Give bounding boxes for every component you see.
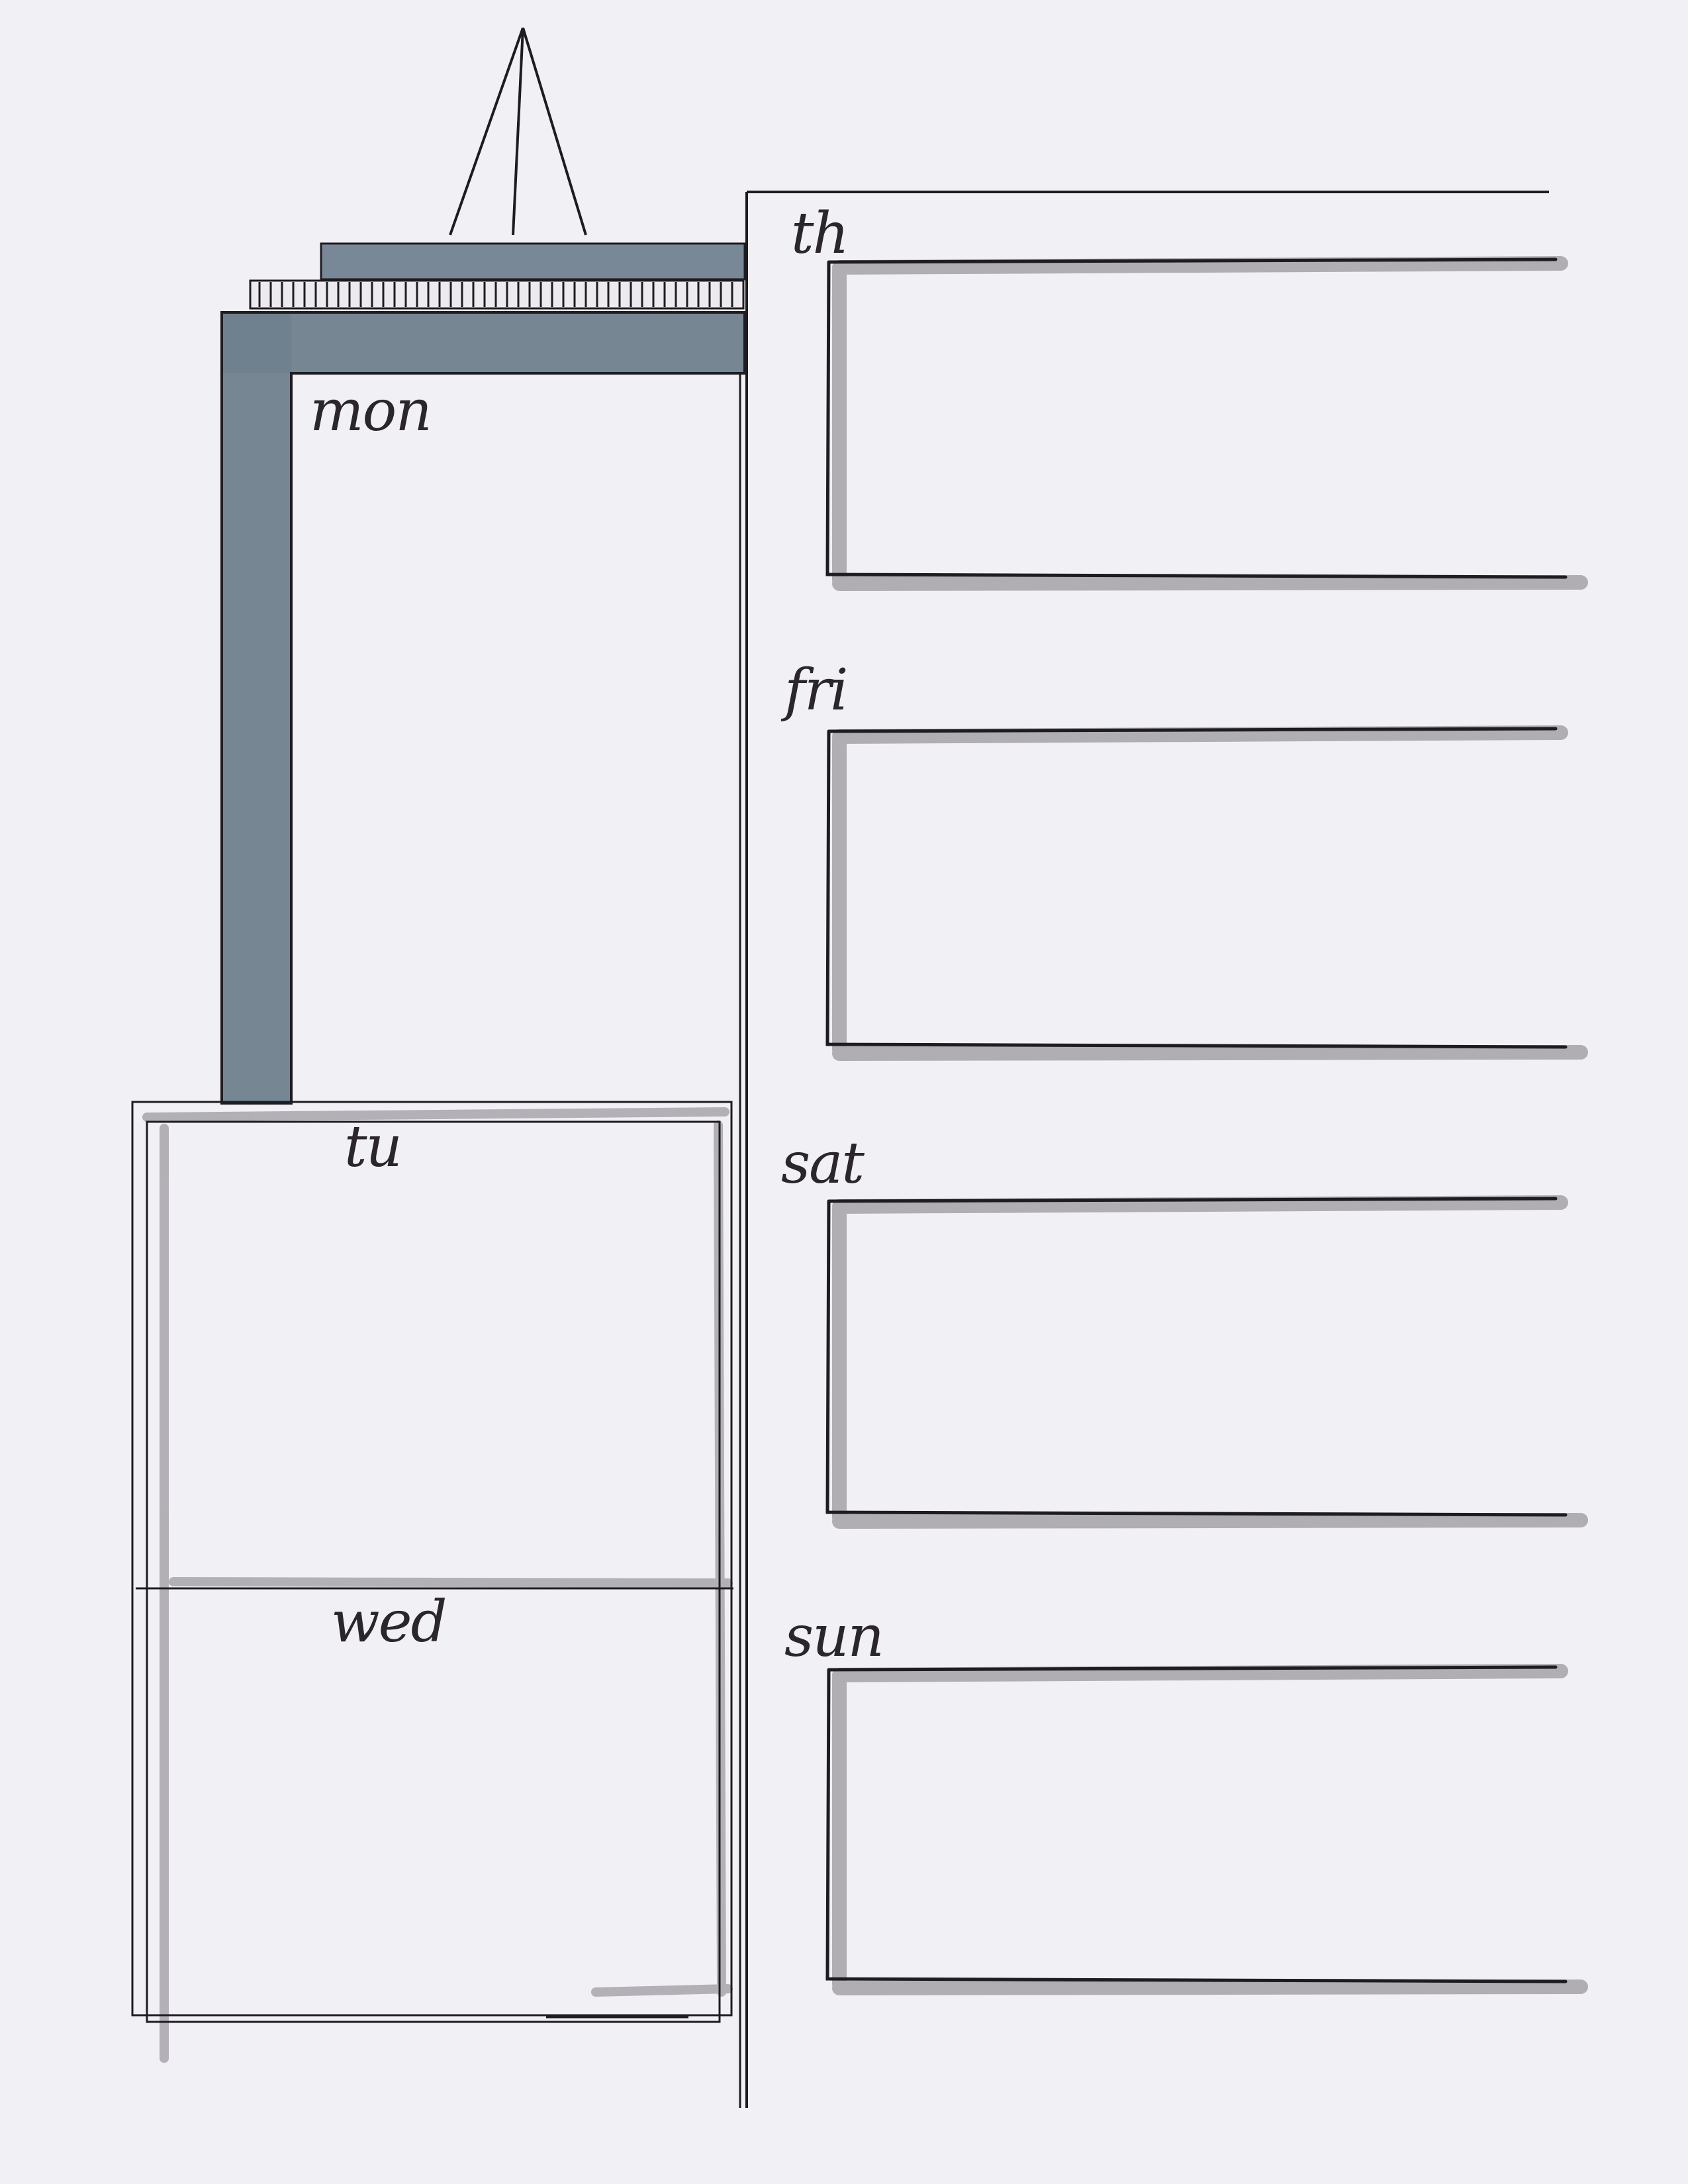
sun-box — [825, 1664, 1588, 1995]
building-frame — [220, 311, 746, 1105]
roof-railing — [249, 279, 745, 310]
day-label-mon: mon — [310, 378, 432, 444]
day-label-th: th — [791, 201, 849, 267]
day-label-tu: tu — [344, 1114, 402, 1180]
roof-top-bar — [320, 242, 746, 281]
th-box — [825, 256, 1588, 591]
day-label-sat: sat — [781, 1130, 865, 1197]
sat-box — [825, 1195, 1588, 1529]
day-label-sun: sun — [784, 1604, 884, 1670]
spire-icon — [449, 27, 587, 236]
tu-wed-box — [131, 1101, 733, 2063]
day-label-fri: fri — [784, 657, 848, 723]
column-divider — [745, 191, 1549, 2108]
fri-box — [825, 725, 1588, 1061]
planner-sheet — [131, 27, 1588, 2108]
right-day-boxes — [825, 256, 1588, 1995]
day-label-wed: wed — [331, 1589, 447, 1655]
mon-box — [290, 373, 741, 2108]
